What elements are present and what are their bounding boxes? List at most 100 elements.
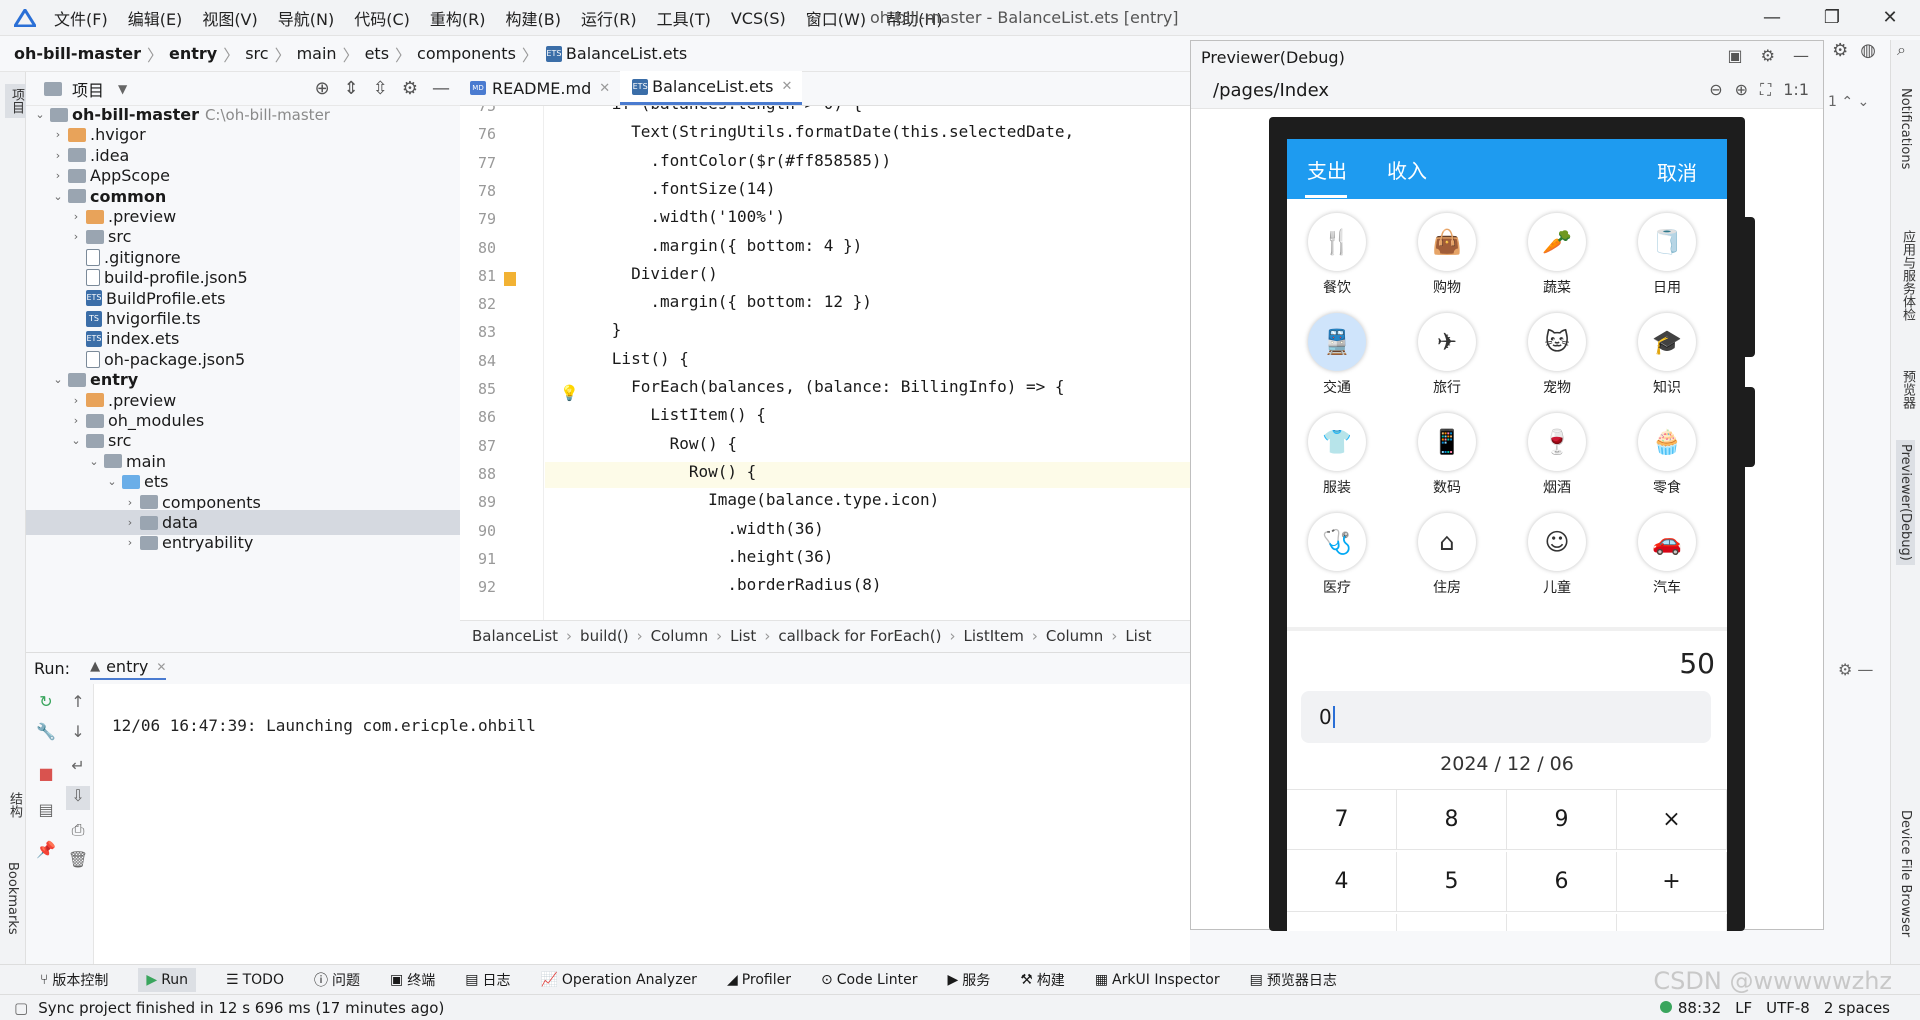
status-position[interactable]: 88:32 — [1659, 999, 1721, 1017]
tool-build[interactable]: ⚒ 构建 — [1020, 970, 1065, 990]
fit-screen-icon[interactable]: ⛶ — [1760, 80, 1771, 100]
gear-icon[interactable]: ⚙ — [1832, 40, 1848, 61]
breadcrumb-project[interactable]: oh-bill-master — [14, 44, 141, 63]
tool-services[interactable]: ▶ 服务 — [947, 970, 990, 990]
chevron-right-icon[interactable]: › — [122, 516, 138, 529]
menu-vcs[interactable]: VCS(S) — [731, 9, 786, 28]
chevron-right-icon[interactable]: › — [122, 536, 138, 549]
chevron-right-icon[interactable]: › — [50, 149, 66, 162]
tab-income[interactable]: 收入 — [1387, 155, 1427, 184]
keypad-key[interactable]: − — [1617, 914, 1727, 931]
chevron-down-icon[interactable]: ⌄ — [50, 373, 66, 386]
zoom-reset-button[interactable]: 1:1 — [1783, 80, 1809, 100]
arrow-down-icon[interactable]: ↓ — [66, 722, 90, 746]
menu-tools[interactable]: 工具(T) — [657, 6, 711, 30]
category-item[interactable]: 🚗 汽车 — [1617, 505, 1717, 596]
category-item[interactable]: 🍷 烟酒 — [1507, 405, 1607, 496]
menu-build[interactable]: 构建(B) — [506, 6, 561, 30]
keypad-key[interactable]: 4 — [1287, 852, 1397, 912]
code-crumb[interactable]: List — [1125, 627, 1151, 645]
tool-todo[interactable]: ☰ TODO — [226, 972, 284, 988]
bookmarks-tool-button[interactable]: Bookmarks — [5, 862, 20, 935]
close-button[interactable]: ✕ — [1872, 4, 1908, 32]
tool-arkui-inspector[interactable]: ▦ ArkUI Inspector — [1095, 972, 1220, 988]
arrow-up-icon[interactable]: ↑ — [66, 692, 90, 716]
wrench-icon[interactable]: 🔧 — [34, 722, 58, 746]
keypad-key[interactable]: 5 — [1397, 852, 1507, 912]
zoom-out-icon[interactable]: ⊖ — [1709, 80, 1722, 100]
chevron-down-icon[interactable]: ⌄ — [32, 108, 48, 121]
line-separator[interactable]: LF — [1735, 999, 1752, 1017]
menu-file[interactable]: 文件(F) — [54, 6, 108, 30]
account-icon[interactable]: ◍ — [1860, 40, 1876, 61]
project-tool-button[interactable]: 项目 — [5, 84, 28, 118]
tab-balancelist[interactable]: ETS BalanceList.ets ✕ — [620, 71, 803, 105]
chevron-down-icon[interactable]: ⌄ — [86, 455, 102, 468]
layout-icon[interactable]: ▢ — [14, 999, 28, 1017]
tab-readme[interactable]: MD README.md ✕ — [460, 71, 620, 105]
close-tab-icon[interactable]: ✕ — [599, 81, 610, 96]
keypad-key[interactable]: 3 — [1507, 914, 1617, 931]
keypad-key[interactable]: 7 — [1287, 790, 1397, 850]
keypad-key[interactable]: + — [1617, 852, 1727, 912]
gear-icon[interactable]: ⚙ — [402, 78, 418, 99]
tab-expense[interactable]: 支出 — [1307, 155, 1347, 184]
breadcrumb-components[interactable]: components — [417, 44, 516, 63]
previewer-tool-button[interactable]: 预览器 — [1898, 370, 1917, 409]
category-item[interactable]: 🍴 餐饮 — [1287, 205, 1387, 296]
tool-problems[interactable]: ⓘ 问题 — [314, 970, 360, 990]
tool-version-control[interactable]: ⑂ 版本控制 — [40, 970, 108, 990]
chevron-down-icon[interactable]: ⌄ — [104, 475, 120, 488]
keypad-key[interactable]: 6 — [1507, 852, 1617, 912]
category-item[interactable]: 🥕 蔬菜 — [1507, 205, 1607, 296]
tool-log[interactable]: ▤ 日志 — [465, 970, 510, 990]
chevron-right-icon[interactable]: › — [68, 230, 84, 243]
category-item[interactable]: 🐱 宠物 — [1507, 305, 1607, 396]
soft-wrap-icon[interactable]: ↵ — [66, 756, 90, 780]
category-item[interactable]: ✈ 旅行 — [1397, 305, 1497, 396]
minimize-button[interactable]: — — [1754, 4, 1790, 32]
indent-setting[interactable]: 2 spaces — [1824, 999, 1890, 1017]
tree-item[interactable]: › entryability — [26, 530, 460, 555]
menu-view[interactable]: 视图(V) — [202, 6, 257, 30]
category-item[interactable]: 👕 服装 — [1287, 405, 1387, 496]
stop-icon[interactable]: ■ — [34, 764, 58, 788]
menu-window[interactable]: 窗口(W) — [806, 6, 866, 30]
menu-edit[interactable]: 编辑(E) — [128, 6, 183, 30]
rerun-icon[interactable]: ↻ — [34, 692, 58, 716]
keypad-key[interactable]: 8 — [1397, 790, 1507, 850]
keypad-key[interactable]: × — [1617, 790, 1727, 850]
tool-run[interactable]: ▶ Run — [138, 967, 197, 992]
hide-panel-icon[interactable]: — — [1793, 46, 1809, 65]
chevron-right-icon[interactable]: › — [68, 394, 84, 407]
keypad-key[interactable]: 1 — [1287, 914, 1397, 931]
gear-icon[interactable]: ⚙ — [1761, 46, 1775, 65]
chevron-right-icon[interactable]: › — [68, 210, 84, 223]
code-crumb[interactable]: BalanceList — [472, 627, 558, 645]
category-item[interactable]: 🧻 日用 — [1617, 205, 1717, 296]
close-tab-icon[interactable]: ✕ — [156, 660, 166, 674]
search-icon[interactable]: ⌕ — [1897, 40, 1906, 60]
category-item[interactable]: ☺ 儿童 — [1507, 505, 1607, 596]
print-icon[interactable]: ⎙ — [66, 820, 90, 844]
expand-all-icon[interactable]: ⇕ — [344, 78, 359, 99]
scroll-to-end-icon[interactable]: ⇩ — [66, 786, 90, 810]
layout-icon[interactable]: ▤ — [34, 800, 58, 824]
cancel-button[interactable]: 取消 — [1657, 157, 1697, 186]
hide-panel-icon[interactable]: — — [432, 78, 450, 99]
gear-icon[interactable]: ⚙ — — [1838, 660, 1873, 679]
maximize-button[interactable]: ❐ — [1814, 4, 1850, 32]
tool-code-linter[interactable]: ⊙ Code Linter — [821, 972, 917, 988]
code-crumb[interactable]: Column — [1046, 627, 1103, 645]
chevron-right-icon[interactable]: › — [68, 414, 84, 427]
chevron-down-icon[interactable]: ⌄ — [68, 434, 84, 447]
device-file-browser-tool-button[interactable]: Device File Browser — [1898, 810, 1913, 937]
code-crumb[interactable]: List — [730, 627, 756, 645]
breadcrumb-file[interactable]: BalanceList.ets — [566, 44, 687, 63]
code-editor[interactable]: 757677787980818283848586878889909192 💡 i… — [460, 106, 1190, 620]
file-encoding[interactable]: UTF-8 — [1766, 999, 1810, 1017]
code-crumb[interactable]: ListItem — [963, 627, 1023, 645]
tool-profiler[interactable]: ◢ Profiler — [727, 972, 791, 988]
previewer-debug-tool-button[interactable]: Previewer(Debug) — [1896, 440, 1915, 565]
tool-terminal[interactable]: ▣ 终端 — [390, 970, 435, 990]
